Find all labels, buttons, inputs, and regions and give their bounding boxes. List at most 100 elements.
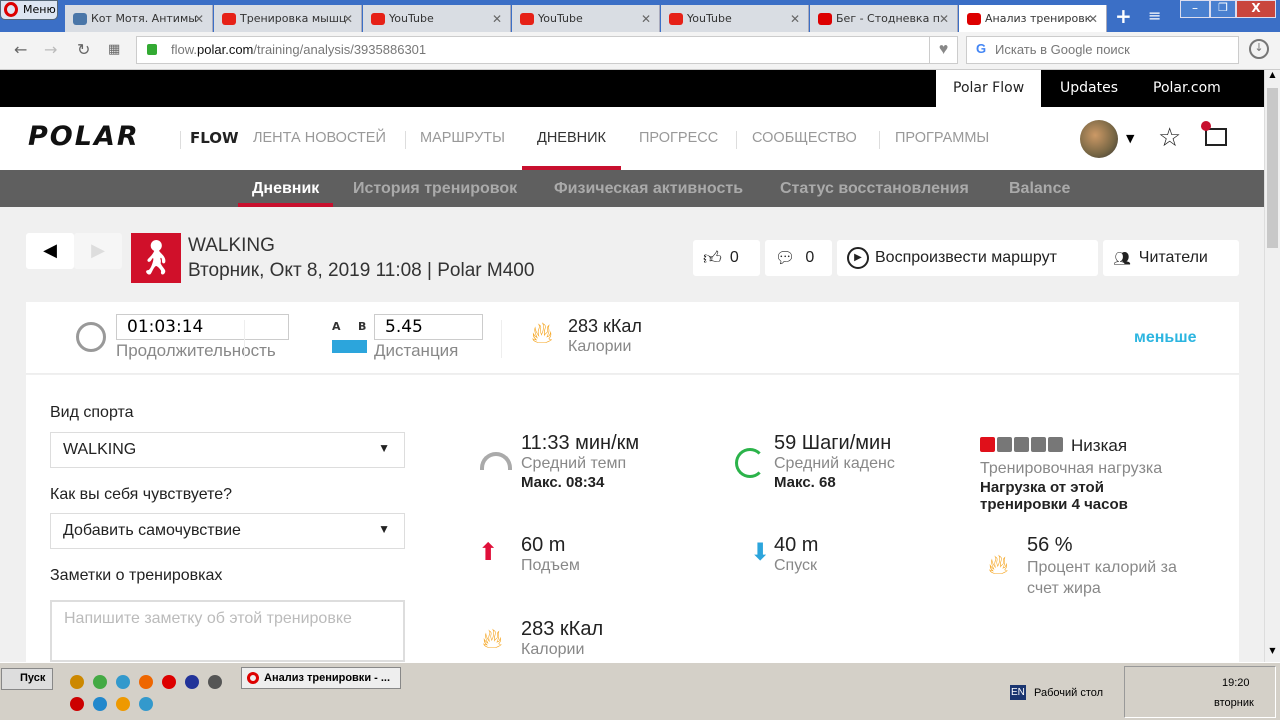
sport-select[interactable]: WALKING ▼ [50,432,405,468]
restore-button[interactable]: ❐ [1210,0,1236,18]
like-count: 0 [729,249,739,266]
url-input[interactable]: flow.polar.com/training/analysis/3935886… [136,36,958,64]
like-button[interactable]: 👍︎ 0 [693,240,760,276]
tab-title: YouTube [538,12,583,25]
duration-label: Продолжительность [116,341,276,360]
next-session-button[interactable]: ▶ [74,233,122,269]
bookmark-heart-icon[interactable]: ♥ [929,37,957,63]
quick-launch-icon[interactable] [139,675,153,689]
quick-launch-icon[interactable] [139,697,153,711]
walking-sport-icon: 🚶︎ [131,233,181,283]
language-indicator[interactable]: EN [1010,685,1026,700]
browser-tab[interactable]: YouTube ✕ [512,5,660,32]
link-polar-com[interactable]: Polar.com [1136,70,1238,107]
link-updates[interactable]: Updates [1043,70,1135,107]
minimize-button[interactable]: – [1180,0,1210,18]
subnav-recovery[interactable]: Статус восстановления [780,170,969,207]
opera-menu-button[interactable]: Меню [0,0,58,20]
desktop-toolbar[interactable]: Рабочий стол [1034,687,1103,699]
forward-icon[interactable]: → [44,40,57,59]
subnav-training-history[interactable]: История тренировок [353,170,517,207]
messages-icon[interactable] [1201,121,1227,146]
distance-label: Дистанция [374,341,459,360]
quick-launch-icon[interactable] [116,675,130,689]
load-segment [980,437,995,452]
close-tab-icon[interactable]: ✕ [343,12,353,26]
nav-routes[interactable]: МАРШРУТЫ [420,107,505,170]
polar-logo[interactable]: POLAR [28,121,140,152]
url-host: flow. [171,42,198,57]
quick-launch-icon[interactable] [116,697,130,711]
sport-select-value: WALKING [63,441,137,458]
start-button[interactable]: Пуск [1,668,53,690]
notes-placeholder: Напишите заметку об этой тренировке [64,610,352,627]
quick-launch-icon[interactable] [162,675,176,689]
ab-label-a: A [332,320,341,333]
link-polar-flow[interactable]: Polar Flow [936,70,1042,107]
load-segment [1031,437,1046,452]
download-icon[interactable]: ↓ [1249,39,1269,59]
tab-title: YouTube [687,12,732,25]
avatar[interactable] [1080,120,1118,158]
browser-tab[interactable]: Анализ тренировк ✕ [959,5,1107,32]
browser-tab[interactable]: YouTube ✕ [661,5,809,32]
comment-icon: 💬︎ [775,250,796,267]
nav-progress[interactable]: ПРОГРЕСС [639,107,718,170]
quick-launch-icon[interactable] [93,675,107,689]
followers-button[interactable]: 👥︎ Читатели [1103,240,1239,276]
quick-launch-icon[interactable] [93,697,107,711]
show-less-link[interactable]: меньше [1134,329,1196,347]
distance-field[interactable]: 5.45 [374,314,483,340]
speed-dial-icon[interactable]: ▦ [108,42,120,57]
browser-tab[interactable]: Кот Мотя. Антимы ✕ [65,5,213,32]
close-tab-icon[interactable]: ✕ [194,12,204,26]
taskbar-window-button[interactable]: Анализ тренировки - ... [241,667,401,689]
new-tab-button[interactable]: + [1115,4,1132,28]
close-tab-icon[interactable]: ✕ [641,12,651,26]
nav-diary[interactable]: ДНЕВНИК [522,107,621,170]
browser-tab[interactable]: Бег - Стодневка п ✕ [810,5,958,32]
replay-route-button[interactable]: ▶ Воспроизвести маршрут [837,240,1098,276]
tab-favicon-icon [669,12,683,25]
close-tab-icon[interactable]: ✕ [790,12,800,26]
close-tab-icon[interactable]: ✕ [1088,12,1098,26]
tab-menu-button[interactable]: ≡ [1148,6,1161,25]
flame-icon: 🔥︎ [531,316,554,351]
notes-textarea[interactable]: Напишите заметку об этой тренировке [50,600,405,662]
page-scrollbar[interactable]: ▲ ▼ [1264,70,1280,662]
reload-icon[interactable]: ↻ [77,40,90,59]
nav-programs[interactable]: ПРОГРАММЫ [895,107,989,170]
browser-tab[interactable]: Тренировка мышц ✕ [214,5,362,32]
tab-favicon-icon [967,12,981,25]
search-input[interactable]: G Искать в Google поиск [966,36,1239,64]
subnav-activity[interactable]: Физическая активность [554,170,743,207]
quick-launch-icon[interactable] [208,675,222,689]
quick-launch-icon[interactable] [70,697,84,711]
close-tab-icon[interactable]: ✕ [492,12,502,26]
chevron-down-icon[interactable]: ▼ [1126,132,1134,145]
tab-title: Бег - Стодневка п [836,12,940,25]
star-icon[interactable]: ☆ [1158,123,1181,153]
subnav-diary[interactable]: Дневник [238,170,334,207]
stat-calories-value: 283 кКал [521,618,604,640]
comments-button[interactable]: 💬︎ 0 [765,240,832,276]
feeling-label: Как вы себя чувствуете? [50,486,233,503]
cadence-icon [735,448,765,478]
nav-community[interactable]: СООБЩЕСТВО [752,107,857,170]
close-tab-icon[interactable]: ✕ [939,12,949,26]
distance-value: 5.45 [385,317,423,337]
browser-tab[interactable]: YouTube ✕ [363,5,511,32]
prev-session-button[interactable]: ◀ [26,233,74,269]
replay-label: Воспроизвести маршрут [875,249,1057,266]
duration-field[interactable]: 01:03:14 [116,314,289,340]
quick-launch-icon[interactable] [70,675,84,689]
nav-news-feed[interactable]: ЛЕНТА НОВОСТЕЙ [253,107,386,170]
feeling-select[interactable]: Добавить самочувствие ▼ [50,513,405,549]
pace-max: Макс. 08:34 [521,474,605,491]
close-window-button[interactable]: X [1236,0,1276,18]
quick-launch-icon[interactable] [185,675,199,689]
tab-favicon-icon [371,12,385,25]
subnav-balance[interactable]: Balance [1009,170,1070,207]
load-segment [1014,437,1029,452]
back-icon[interactable]: ← [14,40,27,59]
